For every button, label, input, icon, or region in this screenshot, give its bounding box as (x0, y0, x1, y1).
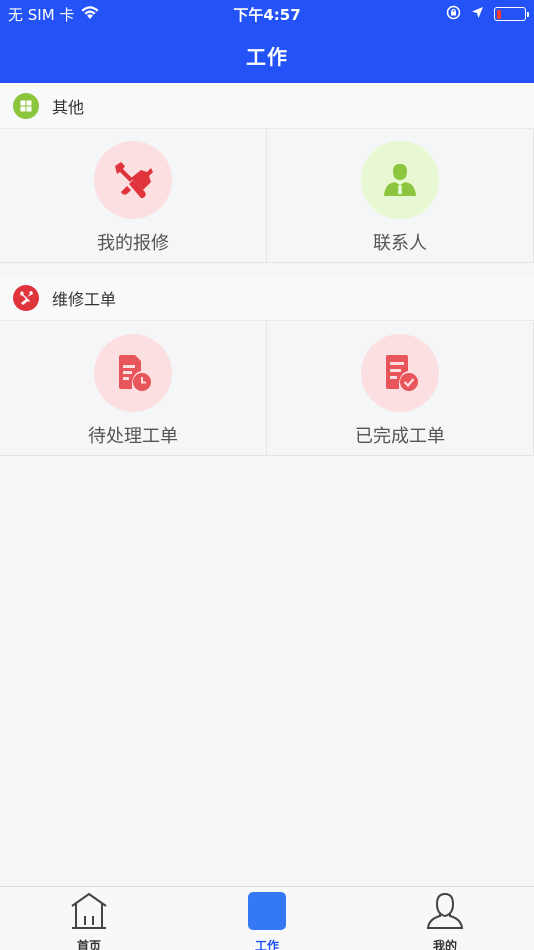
home-icon (69, 892, 109, 934)
contacts-label: 联系人 (373, 233, 427, 254)
pending-document-icon (94, 334, 172, 412)
battery-icon (494, 7, 529, 21)
rotation-lock-icon (446, 5, 461, 24)
section-header-other: 其他 (0, 83, 534, 129)
contacts-button[interactable]: 联系人 (267, 129, 534, 262)
tab-profile-label: 我的 (432, 939, 457, 950)
location-icon (471, 5, 484, 23)
tab-home[interactable]: 首页 (0, 887, 178, 950)
contact-person-icon (361, 141, 439, 219)
tab-work[interactable]: 工作 (178, 887, 356, 950)
pending-orders-label: 待处理工单 (88, 426, 178, 447)
battery-level (496, 9, 502, 19)
status-bar: 无 SIM 卡 下午4:57 (0, 0, 534, 28)
work-icon (248, 892, 286, 934)
pending-orders-button[interactable]: 待处理工单 (0, 322, 267, 455)
tab-home-label: 首页 (76, 939, 101, 950)
page-title: 工作 (246, 45, 288, 69)
tab-bar: 首页 工作 我的 (0, 886, 534, 950)
grid-icon (13, 92, 39, 119)
completed-orders-label: 已完成工单 (355, 426, 445, 447)
wifi-icon (80, 5, 100, 24)
tab-work-label: 工作 (254, 939, 279, 950)
section-header-repair-orders: 维修工单 (0, 275, 534, 321)
grid-row-repair-orders: 待处理工单 已完成工单 (0, 322, 534, 456)
repair-tools-icon (94, 141, 172, 219)
my-repair-button[interactable]: 我的报修 (0, 129, 267, 262)
section-title: 其他 (52, 97, 85, 117)
my-repair-label: 我的报修 (97, 233, 169, 254)
carrier-label: 无 SIM 卡 (8, 5, 75, 24)
completed-orders-button[interactable]: 已完成工单 (267, 322, 534, 455)
nav-bar: 工作 (0, 28, 534, 83)
profile-icon (425, 892, 465, 934)
status-right (446, 5, 529, 24)
tab-profile[interactable]: 我的 (356, 887, 534, 950)
tools-icon (13, 284, 39, 311)
completed-document-icon (361, 334, 439, 412)
section-title: 维修工单 (52, 289, 117, 309)
status-left: 无 SIM 卡 (8, 4, 100, 25)
grid-row-other: 我的报修 联系人 (0, 129, 534, 263)
